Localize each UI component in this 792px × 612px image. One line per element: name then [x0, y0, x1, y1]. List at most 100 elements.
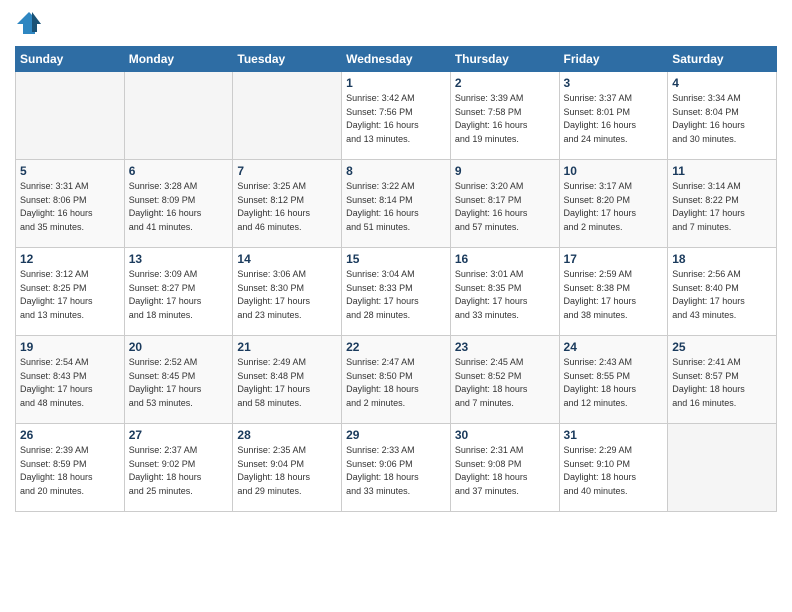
- day-info: Sunrise: 3:37 AM Sunset: 8:01 PM Dayligh…: [564, 92, 664, 146]
- day-number: 15: [346, 252, 446, 266]
- calendar-cell: 4 Sunrise: 3:34 AM Sunset: 8:04 PM Daylig…: [668, 72, 777, 160]
- day-info: Sunrise: 3:09 AM Sunset: 8:27 PM Dayligh…: [129, 268, 229, 322]
- col-header-sunday: Sunday: [16, 47, 125, 72]
- calendar-cell: 5 Sunrise: 3:31 AM Sunset: 8:06 PM Daylig…: [16, 160, 125, 248]
- day-info: Sunrise: 3:39 AM Sunset: 7:58 PM Dayligh…: [455, 92, 555, 146]
- page: SundayMondayTuesdayWednesdayThursdayFrid…: [0, 0, 792, 522]
- day-number: 24: [564, 340, 664, 354]
- calendar-cell: 10Sunrise: 3:17 AM Sunset: 8:20 PM Dayli…: [559, 160, 668, 248]
- calendar-cell: 6 Sunrise: 3:28 AM Sunset: 8:09 PM Daylig…: [124, 160, 233, 248]
- day-number: 31: [564, 428, 664, 442]
- day-number: 26: [20, 428, 120, 442]
- day-number: 22: [346, 340, 446, 354]
- day-info: Sunrise: 3:34 AM Sunset: 8:04 PM Dayligh…: [672, 92, 772, 146]
- day-number: 19: [20, 340, 120, 354]
- day-info: Sunrise: 2:59 AM Sunset: 8:38 PM Dayligh…: [564, 268, 664, 322]
- day-info: Sunrise: 2:45 AM Sunset: 8:52 PM Dayligh…: [455, 356, 555, 410]
- calendar-cell: [668, 424, 777, 512]
- calendar-cell: 11Sunrise: 3:14 AM Sunset: 8:22 PM Dayli…: [668, 160, 777, 248]
- col-header-friday: Friday: [559, 47, 668, 72]
- logo-icon: [15, 10, 43, 38]
- calendar-cell: 23Sunrise: 2:45 AM Sunset: 8:52 PM Dayli…: [450, 336, 559, 424]
- calendar-cell: 2 Sunrise: 3:39 AM Sunset: 7:58 PM Daylig…: [450, 72, 559, 160]
- calendar-cell: 27 Sunrise: 2:37 AM Sunset: 9:02 PM Dayli…: [124, 424, 233, 512]
- calendar: SundayMondayTuesdayWednesdayThursdayFrid…: [15, 46, 777, 512]
- calendar-cell: 8 Sunrise: 3:22 AM Sunset: 8:14 PM Daylig…: [342, 160, 451, 248]
- day-number: 30: [455, 428, 555, 442]
- day-info: Sunrise: 2:31 AM Sunset: 9:08 PM Dayligh…: [455, 444, 555, 498]
- day-number: 6: [129, 164, 229, 178]
- calendar-week-2: 5 Sunrise: 3:31 AM Sunset: 8:06 PM Daylig…: [16, 160, 777, 248]
- day-info: Sunrise: 2:56 AM Sunset: 8:40 PM Dayligh…: [672, 268, 772, 322]
- day-number: 1: [346, 76, 446, 90]
- day-number: 28: [237, 428, 337, 442]
- calendar-cell: 18 Sunrise: 2:56 AM Sunset: 8:40 PM Dayli…: [668, 248, 777, 336]
- calendar-cell: 29 Sunrise: 2:33 AM Sunset: 9:06 PM Dayli…: [342, 424, 451, 512]
- day-number: 11: [672, 164, 772, 178]
- day-info: Sunrise: 3:12 AM Sunset: 8:25 PM Dayligh…: [20, 268, 120, 322]
- day-number: 17: [564, 252, 664, 266]
- calendar-week-3: 12 Sunrise: 3:12 AM Sunset: 8:25 PM Dayli…: [16, 248, 777, 336]
- col-header-tuesday: Tuesday: [233, 47, 342, 72]
- col-header-saturday: Saturday: [668, 47, 777, 72]
- calendar-cell: 26 Sunrise: 2:39 AM Sunset: 8:59 PM Dayli…: [16, 424, 125, 512]
- calendar-cell: 13 Sunrise: 3:09 AM Sunset: 8:27 PM Dayli…: [124, 248, 233, 336]
- day-info: Sunrise: 2:43 AM Sunset: 8:55 PM Dayligh…: [564, 356, 664, 410]
- day-info: Sunrise: 3:25 AM Sunset: 8:12 PM Dayligh…: [237, 180, 337, 234]
- calendar-cell: 24 Sunrise: 2:43 AM Sunset: 8:55 PM Dayli…: [559, 336, 668, 424]
- calendar-cell: 28 Sunrise: 2:35 AM Sunset: 9:04 PM Dayli…: [233, 424, 342, 512]
- day-info: Sunrise: 2:54 AM Sunset: 8:43 PM Dayligh…: [20, 356, 120, 410]
- day-info: Sunrise: 3:22 AM Sunset: 8:14 PM Dayligh…: [346, 180, 446, 234]
- calendar-cell: 22Sunrise: 2:47 AM Sunset: 8:50 PM Dayli…: [342, 336, 451, 424]
- day-info: Sunrise: 3:28 AM Sunset: 8:09 PM Dayligh…: [129, 180, 229, 234]
- day-number: 7: [237, 164, 337, 178]
- day-number: 16: [455, 252, 555, 266]
- calendar-cell: 17 Sunrise: 2:59 AM Sunset: 8:38 PM Dayli…: [559, 248, 668, 336]
- calendar-cell: 30 Sunrise: 2:31 AM Sunset: 9:08 PM Dayli…: [450, 424, 559, 512]
- day-info: Sunrise: 3:06 AM Sunset: 8:30 PM Dayligh…: [237, 268, 337, 322]
- day-info: Sunrise: 3:42 AM Sunset: 7:56 PM Dayligh…: [346, 92, 446, 146]
- calendar-week-5: 26 Sunrise: 2:39 AM Sunset: 8:59 PM Dayli…: [16, 424, 777, 512]
- day-info: Sunrise: 2:49 AM Sunset: 8:48 PM Dayligh…: [237, 356, 337, 410]
- day-number: 5: [20, 164, 120, 178]
- logo: [15, 10, 47, 38]
- calendar-cell: 31 Sunrise: 2:29 AM Sunset: 9:10 PM Dayli…: [559, 424, 668, 512]
- day-info: Sunrise: 2:29 AM Sunset: 9:10 PM Dayligh…: [564, 444, 664, 498]
- day-info: Sunrise: 3:01 AM Sunset: 8:35 PM Dayligh…: [455, 268, 555, 322]
- calendar-cell: 16 Sunrise: 3:01 AM Sunset: 8:35 PM Dayli…: [450, 248, 559, 336]
- calendar-cell: 1 Sunrise: 3:42 AM Sunset: 7:56 PM Daylig…: [342, 72, 451, 160]
- day-info: Sunrise: 2:33 AM Sunset: 9:06 PM Dayligh…: [346, 444, 446, 498]
- calendar-cell: 21Sunrise: 2:49 AM Sunset: 8:48 PM Dayli…: [233, 336, 342, 424]
- day-number: 14: [237, 252, 337, 266]
- day-number: 4: [672, 76, 772, 90]
- calendar-cell: [124, 72, 233, 160]
- day-number: 12: [20, 252, 120, 266]
- day-info: Sunrise: 3:17 AM Sunset: 8:20 PM Dayligh…: [564, 180, 664, 234]
- day-number: 20: [129, 340, 229, 354]
- day-number: 9: [455, 164, 555, 178]
- day-info: Sunrise: 2:39 AM Sunset: 8:59 PM Dayligh…: [20, 444, 120, 498]
- day-number: 3: [564, 76, 664, 90]
- calendar-cell: 20Sunrise: 2:52 AM Sunset: 8:45 PM Dayli…: [124, 336, 233, 424]
- day-info: Sunrise: 2:35 AM Sunset: 9:04 PM Dayligh…: [237, 444, 337, 498]
- day-number: 27: [129, 428, 229, 442]
- day-info: Sunrise: 3:31 AM Sunset: 8:06 PM Dayligh…: [20, 180, 120, 234]
- calendar-cell: 25Sunrise: 2:41 AM Sunset: 8:57 PM Dayli…: [668, 336, 777, 424]
- calendar-cell: 7 Sunrise: 3:25 AM Sunset: 8:12 PM Daylig…: [233, 160, 342, 248]
- calendar-header-row: SundayMondayTuesdayWednesdayThursdayFrid…: [16, 47, 777, 72]
- day-number: 29: [346, 428, 446, 442]
- day-number: 13: [129, 252, 229, 266]
- calendar-cell: 15 Sunrise: 3:04 AM Sunset: 8:33 PM Dayli…: [342, 248, 451, 336]
- day-number: 25: [672, 340, 772, 354]
- calendar-week-1: 1 Sunrise: 3:42 AM Sunset: 7:56 PM Daylig…: [16, 72, 777, 160]
- day-info: Sunrise: 3:20 AM Sunset: 8:17 PM Dayligh…: [455, 180, 555, 234]
- day-number: 8: [346, 164, 446, 178]
- calendar-week-4: 19 Sunrise: 2:54 AM Sunset: 8:43 PM Dayli…: [16, 336, 777, 424]
- day-number: 2: [455, 76, 555, 90]
- calendar-cell: 12 Sunrise: 3:12 AM Sunset: 8:25 PM Dayli…: [16, 248, 125, 336]
- header: [15, 10, 777, 38]
- day-number: 18: [672, 252, 772, 266]
- day-info: Sunrise: 3:04 AM Sunset: 8:33 PM Dayligh…: [346, 268, 446, 322]
- day-info: Sunrise: 2:37 AM Sunset: 9:02 PM Dayligh…: [129, 444, 229, 498]
- calendar-cell: 19 Sunrise: 2:54 AM Sunset: 8:43 PM Dayli…: [16, 336, 125, 424]
